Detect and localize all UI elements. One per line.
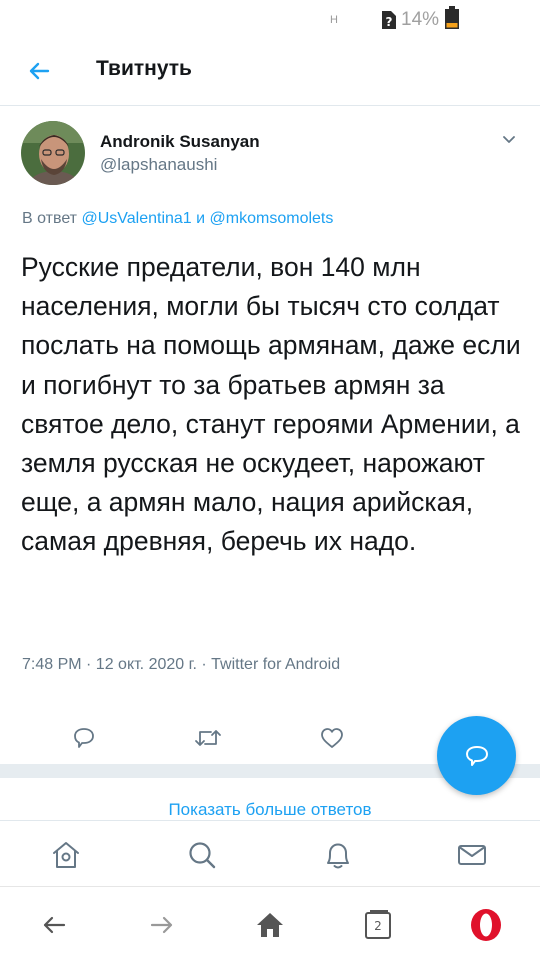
tweet-menu-button[interactable]	[498, 128, 520, 150]
header: Твитнуть	[0, 38, 540, 106]
tweet-text: Русские предатели, вон 140 млн населения…	[21, 252, 521, 557]
like-button[interactable]	[312, 718, 352, 758]
browser-tabs-button[interactable]: 2	[358, 905, 398, 945]
network-indicator: H	[330, 14, 338, 26]
opera-icon	[471, 909, 501, 941]
tweet-meta: 7:48 PM · 12 окт. 2020 г. · Twitter for …	[22, 656, 341, 673]
show-more-replies-link[interactable]: Показать больше ответов	[0, 800, 540, 820]
reply-context: В ответ @UsValentina1 и @mkomsomolets	[22, 210, 333, 228]
battery-low-icon	[445, 6, 459, 29]
tab-notifications[interactable]	[318, 835, 358, 875]
tab-search[interactable]	[182, 835, 222, 875]
tab-messages[interactable]	[452, 835, 492, 875]
browser-home-button[interactable]	[250, 905, 290, 945]
page-title: Твитнуть	[96, 57, 192, 80]
chevron-down-icon	[503, 136, 515, 143]
reply-conjunction: и	[196, 210, 206, 227]
status-bar: H ? 14%	[0, 0, 540, 38]
author-name[interactable]: Andronik Susanyan	[100, 132, 260, 152]
forward-arrow-icon	[150, 916, 173, 934]
battery-percent: 14%	[401, 9, 440, 30]
avatar[interactable]	[21, 121, 85, 185]
home-icon	[53, 842, 79, 868]
like-icon	[321, 728, 343, 748]
back-arrow-icon	[43, 916, 66, 934]
home-icon	[257, 913, 283, 937]
open-tabs-count: 2	[374, 919, 382, 933]
reply-prefix: В ответ	[22, 210, 78, 227]
back-button[interactable]	[20, 52, 58, 90]
mention-link-1[interactable]: @UsValentina1	[81, 210, 191, 227]
author-handle[interactable]: @lapshanaushi	[100, 155, 217, 175]
bottom-tab-bar	[0, 820, 540, 886]
messages-icon	[458, 845, 486, 865]
browser-back-button[interactable]	[34, 905, 74, 945]
search-icon	[189, 842, 216, 869]
browser-navigation-bar: 2	[0, 886, 540, 960]
retweet-button[interactable]	[188, 718, 228, 758]
retweet-icon	[195, 730, 221, 746]
svg-text:?: ?	[386, 15, 393, 29]
mention-link-2[interactable]: @mkomsomolets	[210, 210, 334, 227]
notifications-icon	[327, 843, 349, 869]
avatar-image	[21, 121, 85, 185]
reply-button[interactable]	[64, 718, 104, 758]
arrow-left-icon	[29, 62, 50, 80]
compose-reply-icon	[465, 745, 488, 766]
browser-forward-button[interactable]	[142, 905, 182, 945]
opera-menu-button[interactable]	[466, 905, 506, 945]
sim-unknown-icon: ?	[382, 11, 396, 29]
tab-home[interactable]	[46, 835, 86, 875]
compose-reply-button[interactable]	[437, 716, 516, 795]
reply-icon	[74, 728, 94, 748]
